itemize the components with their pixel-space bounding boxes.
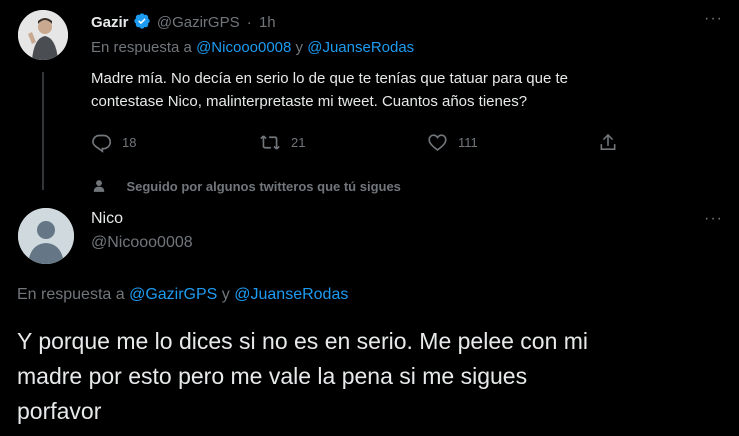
avatar[interactable] [18,208,74,264]
reply-user-link[interactable]: @GazirGPS [129,286,217,303]
reply-icon [92,134,112,153]
tweet-text: Y porque me lo dices si no es en serio. … [17,324,588,429]
reply-prefix: En respuesta a [91,39,192,56]
default-profile-icon [18,208,74,264]
reply-action[interactable]: 18 [91,132,136,153]
reply-context: En respuesta a @GazirGPS y @JuanseRodas [17,286,348,304]
person-photo-icon [18,10,68,60]
reply-conjunction: y [221,286,230,303]
social-context-text: Seguido por algunos twitteros que tú sig… [126,179,401,194]
like-action[interactable]: 111 [427,132,478,153]
person-icon [93,180,105,192]
author-handle[interactable]: @Nicooo0008 [91,234,193,252]
separator: · [246,14,252,31]
tweet-text-line: madre por esto pero me vale la pena si m… [17,363,528,389]
more-options-icon[interactable]: ··· [704,10,723,28]
tweet-text: Madre mía. No decía en serio lo de que t… [91,67,568,113]
tweet-text-line: Y porque me lo dices si no es en serio. … [17,328,589,354]
verified-badge-icon [134,13,150,29]
social-context: Seguido por algunos twitteros que tú sig… [92,178,401,196]
like-count: 111 [458,135,478,150]
reply-conjunction: y [295,39,304,56]
share-action[interactable] [598,132,618,153]
avatar[interactable] [18,10,68,60]
tweet-text-line: contestase Nico, malinterpretaste mi twe… [91,93,528,110]
reply-user-link[interactable]: @JuanseRodas [307,39,414,56]
tweet-text-line: Madre mía. No decía en serio lo de que t… [91,70,568,87]
heart-icon [428,134,447,151]
tweet-text-line: porfavor [17,398,102,424]
tweet-header: Gazir @GazirGPS · 1h [91,12,276,31]
reply-user-link[interactable]: @Nicooo0008 [196,39,291,56]
more-options-icon[interactable]: ··· [704,210,723,228]
reply-user-link[interactable]: @JuanseRodas [234,286,348,303]
reply-count: 18 [122,135,137,150]
share-icon [600,133,616,150]
author-name[interactable]: Gazir [91,14,129,31]
retweet-count: 21 [291,135,306,150]
retweet-icon [260,135,280,150]
author-name[interactable]: Nico [91,210,123,228]
reply-context: En respuesta a @Nicooo0008 y @JuanseRoda… [91,39,414,56]
author-handle[interactable]: @GazirGPS [157,14,240,31]
reply-prefix: En respuesta a [17,286,125,303]
thread-line [42,72,44,190]
retweet-action[interactable]: 21 [259,132,305,153]
timestamp[interactable]: 1h [259,14,276,31]
